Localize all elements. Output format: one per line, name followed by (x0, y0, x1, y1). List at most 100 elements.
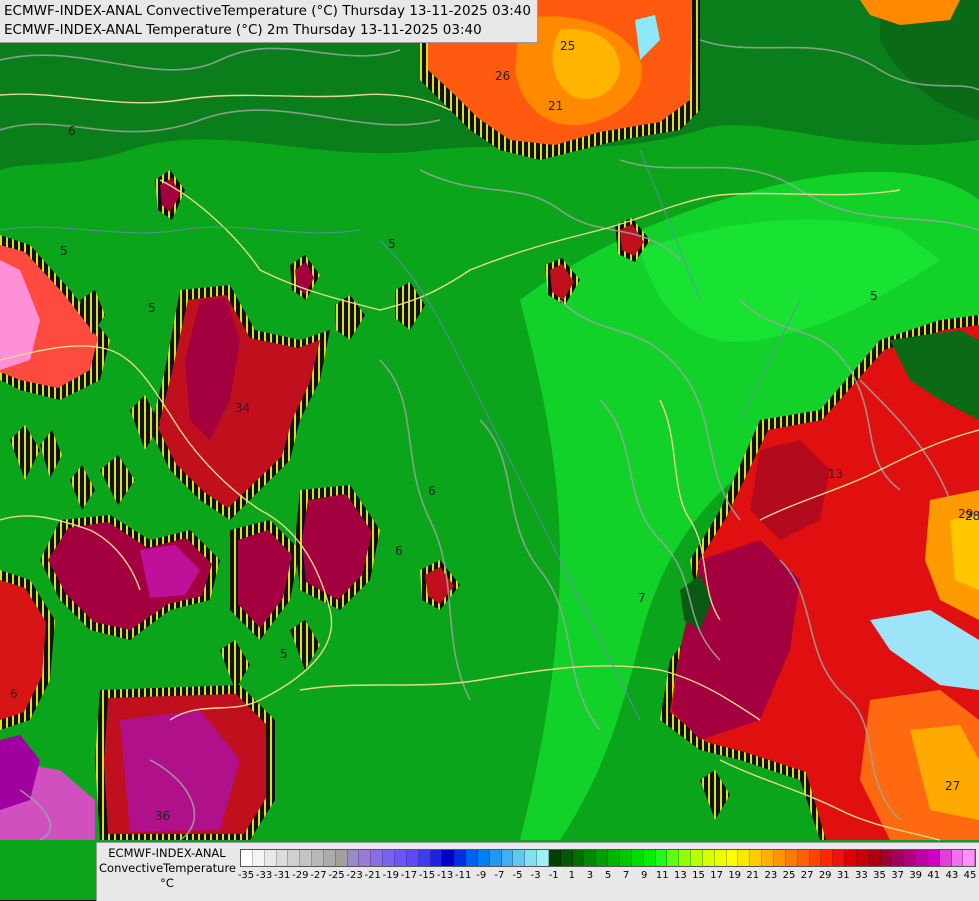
colorbar-tick-label: 29 (818, 870, 832, 881)
colorbar-tick-label: -21 (364, 870, 381, 881)
colorbar-swatch (548, 850, 561, 866)
colorbar-tick-label: 5 (604, 870, 612, 881)
colorbar-ticks: -35 -33 -31 -29 -27 -25 -23 -21 -19 -17 -15 -13 -11-… (237, 870, 977, 884)
colorbar-tick-label: 9 (641, 870, 648, 881)
colorbar-swatch (501, 850, 514, 866)
colorbar-swatch (963, 850, 976, 866)
title-line-1: ECMWF-INDEX-ANAL ConvectiveTemperature (… (4, 3, 531, 19)
colorbar-swatch (371, 850, 384, 866)
colorbar-tick-label: -5 (512, 870, 523, 881)
colorbar-swatch (252, 850, 265, 866)
colorbar-tick-label: -29 (292, 870, 309, 881)
legend-label: ECMWF-INDEX-ANAL ConvectiveTemperature °… (99, 846, 236, 891)
map-label: 5 (870, 289, 878, 303)
colorbar-swatch (620, 850, 632, 866)
title-line-2: ECMWF-INDEX-ANAL Temperature (°C) 2m Thu… (4, 22, 482, 38)
colorbar-swatch (454, 850, 467, 866)
colorbar-tick-label: 35 (873, 870, 886, 881)
colorbar-swatch (892, 850, 905, 866)
colorbar-tick-label: 27 (800, 870, 814, 881)
colorbar-swatch (383, 850, 395, 866)
colorbar-tick-label: -3 (530, 870, 541, 881)
colorbar-swatch (489, 850, 502, 866)
map-label: 29 (958, 507, 973, 521)
colorbar-tick-label: -1 (548, 870, 559, 881)
colorbar-swatch (335, 850, 348, 866)
colorbar-swatch (300, 850, 313, 866)
colorbar-tick-label: -31 (274, 870, 291, 881)
colorbar-swatch (750, 850, 763, 866)
colorbar-swatch (726, 850, 739, 866)
colorbar-swatch (927, 850, 940, 866)
colorbar-swatch (631, 850, 644, 866)
colorbar-tick-label: 43 (945, 870, 959, 881)
colorbar-swatch (951, 850, 964, 866)
colorbar-swatch (738, 850, 751, 866)
map-label: 6 (395, 544, 403, 558)
colorbar-swatch (797, 850, 810, 866)
colorbar-tick-label: 3 (586, 870, 594, 881)
colorbar-swatch (394, 850, 407, 866)
colorbar-tick-label: -19 (382, 870, 399, 881)
colorbar-swatch (406, 850, 419, 866)
colorbar-tick-label: -15 (418, 870, 436, 881)
map-label: 5 (388, 237, 396, 251)
colorbar-swatch (714, 850, 727, 866)
colorbar-tick-label: 1 (568, 870, 575, 881)
map-label: 5 (148, 301, 156, 315)
map-title-box: ECMWF-INDEX-ANAL ConvectiveTemperature (… (0, 0, 538, 43)
map-label: 27 (945, 779, 960, 793)
colorbar-tick-label: -9 (476, 870, 487, 881)
map-label: 26 (495, 69, 510, 83)
colorbar-swatch (537, 850, 549, 866)
map-label: 36 (155, 809, 170, 823)
legend-unit: °C (160, 876, 174, 890)
colorbar-tick-label: -11 (455, 870, 472, 881)
colorbar-tick-label: 15 (692, 870, 705, 881)
colorbar-swatch (276, 850, 289, 866)
colorbar-swatch (430, 850, 443, 866)
colorbar-tick-label: -35 (237, 870, 255, 881)
colorbar-swatch (691, 850, 703, 866)
colorbar-swatch (572, 850, 585, 866)
colorbar (240, 849, 976, 867)
legend-model: ECMWF-INDEX-ANAL (108, 846, 226, 860)
colorbar-tick-label: -33 (255, 870, 273, 881)
colorbar-swatch (608, 850, 620, 866)
colorbar-swatch (477, 850, 490, 866)
map-label: 5 (60, 244, 68, 258)
colorbar-swatch (679, 850, 692, 866)
colorbar-tick-label: 37 (891, 870, 904, 881)
legend-variable: ConvectiveTemperature (99, 861, 236, 875)
colorbar-tick-label: -17 (400, 870, 418, 881)
colorbar-swatch (773, 850, 786, 866)
colorbar-swatch (643, 850, 656, 866)
colorbar-swatch (241, 850, 253, 866)
colorbar-swatch (442, 850, 455, 866)
map-label: 6 (428, 484, 436, 498)
colorbar-swatch (939, 850, 952, 866)
colorbar-swatch (667, 850, 680, 866)
colorbar-swatch (525, 850, 538, 866)
map-label: 6 (68, 124, 76, 138)
colorbar-swatch (513, 850, 526, 866)
colorbar-tick-label: 17 (710, 870, 723, 881)
colorbar-swatch (466, 850, 478, 866)
colorbar-swatch (312, 850, 324, 866)
colorbar-tick-label: 19 (728, 870, 742, 881)
colorbar-tick-label: 23 (764, 870, 778, 881)
colorbar-tick-label: 21 (746, 870, 760, 881)
colorbar-swatch (762, 850, 774, 866)
colorbar-swatch (584, 850, 597, 866)
colorbar-tick-label: -13 (436, 870, 454, 881)
colorbar-tick-label: 31 (836, 870, 850, 881)
colorbar-swatch (359, 850, 372, 866)
colorbar-swatch (347, 850, 360, 866)
map-label: 34 (235, 401, 250, 415)
colorbar-swatch (809, 850, 822, 866)
weather-map: 34 36 28 25 26 21 27 6 5 5 5 6 6 5 7 13 … (0, 0, 979, 900)
color-legend: ECMWF-INDEX-ANAL ConvectiveTemperature °… (96, 842, 979, 901)
colorbar-swatch (904, 850, 917, 866)
colorbar-swatch (785, 850, 798, 866)
colorbar-swatch (821, 850, 834, 866)
